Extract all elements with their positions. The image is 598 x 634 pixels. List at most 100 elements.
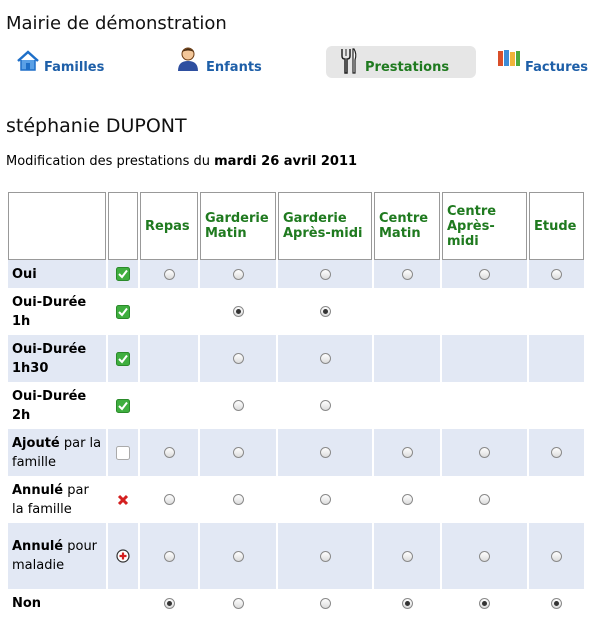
table-row: Oui-Durée 1h [8, 288, 584, 335]
nav-item-label: Prestations [365, 60, 450, 75]
radio-cell [140, 335, 198, 382]
prestation-radio[interactable] [232, 447, 244, 458]
header-repas: Repas [140, 192, 198, 260]
header-garderie-apres-midi: Garderie Après-midi [278, 192, 372, 260]
row-status [108, 476, 138, 523]
prestation-radio[interactable] [319, 353, 331, 364]
radio-cell [529, 476, 584, 523]
radio-cell [442, 335, 527, 382]
radio-cell [200, 288, 276, 335]
row-status [108, 589, 138, 617]
prestation-radio[interactable] [479, 597, 490, 609]
prestation-radio[interactable] [319, 597, 331, 609]
prestation-radio[interactable] [401, 597, 413, 609]
nav-item-label: Familles [44, 60, 105, 75]
row-label-bold: Annulé [12, 482, 64, 498]
nav-item-enfants[interactable]: Enfants [176, 46, 276, 78]
prestation-radio[interactable] [551, 597, 562, 609]
prestation-radio[interactable] [163, 494, 175, 505]
row-label: Ajouté par la famille [8, 429, 106, 476]
table-header-row: Repas Garderie Matin Garderie Après-midi… [8, 192, 584, 260]
nav-item-label: Factures [525, 60, 589, 75]
prestation-radio[interactable] [319, 494, 331, 505]
prestation-radio[interactable] [551, 268, 562, 280]
cross-icon [117, 494, 129, 505]
radio-cell [529, 288, 584, 335]
prestation-radio[interactable] [401, 550, 413, 562]
prestation-radio[interactable] [319, 447, 331, 458]
radio-cell [374, 476, 440, 523]
row-label: Non [8, 589, 106, 617]
prestation-radio[interactable] [551, 550, 562, 562]
table-row: Ajouté par la famille [8, 429, 584, 476]
prestation-radio[interactable] [479, 494, 490, 505]
row-label: Oui-Durée 1h [8, 288, 106, 335]
prestation-radio[interactable] [319, 550, 331, 562]
prestation-radio[interactable] [232, 400, 244, 411]
prestation-radio[interactable] [551, 447, 562, 458]
prestation-radio[interactable] [479, 550, 490, 562]
prestation-radio[interactable] [401, 494, 413, 505]
prestation-radio[interactable] [319, 306, 331, 317]
child-icon [178, 47, 198, 71]
radio-cell [200, 523, 276, 589]
radio-cell [442, 476, 527, 523]
radio-cell [374, 335, 440, 382]
radio-cell [278, 335, 372, 382]
prestation-radio[interactable] [163, 447, 175, 458]
prestation-radio[interactable] [232, 353, 244, 364]
prestation-radio[interactable] [319, 268, 331, 280]
nav-item-familles[interactable]: Familles [16, 46, 116, 78]
main-navigation: Familles Enfants Prestations Factures [0, 46, 598, 78]
prestation-radio[interactable] [232, 268, 244, 280]
radio-cell [374, 260, 440, 288]
prestation-radio[interactable] [163, 550, 175, 562]
prestation-radio[interactable] [319, 400, 331, 411]
radio-cell [529, 589, 584, 617]
prestation-radio[interactable] [232, 306, 244, 317]
prestation-radio[interactable] [479, 268, 490, 280]
radio-cell [278, 288, 372, 335]
table-row: Annulé par la famille [8, 476, 584, 523]
nav-item-prestations[interactable]: Prestations [326, 46, 476, 78]
radio-cell [442, 523, 527, 589]
row-label-bold: Oui-Durée 1h [12, 294, 87, 329]
person-name: stéphanie DUPONT [6, 115, 187, 137]
radio-cell [140, 589, 198, 617]
radio-cell [374, 382, 440, 429]
cutlery-icon [341, 48, 357, 74]
row-label-bold: Non [12, 595, 42, 611]
row-label: Oui [8, 260, 106, 288]
prestation-radio[interactable] [232, 494, 244, 505]
check-icon [116, 398, 130, 413]
radio-cell [442, 260, 527, 288]
prestation-radio[interactable] [401, 447, 413, 458]
header-centre-matin: Centre Matin [374, 192, 440, 260]
row-status [108, 523, 138, 589]
subtitle-prefix: Modification des prestations du [6, 154, 210, 169]
prestation-radio[interactable] [232, 550, 244, 562]
prestations-table: Repas Garderie Matin Garderie Après-midi… [6, 192, 586, 617]
nav-item-factures[interactable]: Factures [497, 46, 598, 78]
prestation-radio[interactable] [163, 597, 175, 609]
prestation-radio[interactable] [479, 447, 490, 458]
radio-cell [442, 589, 527, 617]
header-empty-label [8, 192, 106, 260]
radio-cell [442, 429, 527, 476]
prestation-radio[interactable] [163, 268, 175, 280]
row-label: Annulé par la famille [8, 476, 106, 523]
radio-cell [200, 260, 276, 288]
subtitle-date: mardi 26 avril 2011 [214, 154, 358, 169]
organization-title: Mairie de démonstration [6, 13, 227, 34]
header-etude: Etude [529, 192, 584, 260]
radio-cell [442, 382, 527, 429]
header-empty-status [108, 192, 138, 260]
prestation-radio[interactable] [401, 268, 413, 280]
table-row: Oui-Durée 1h30 [8, 335, 584, 382]
prestation-radio[interactable] [232, 597, 244, 609]
radio-cell [529, 260, 584, 288]
radio-cell [200, 382, 276, 429]
house-icon [17, 50, 39, 71]
radio-cell [442, 288, 527, 335]
row-status [108, 382, 138, 429]
